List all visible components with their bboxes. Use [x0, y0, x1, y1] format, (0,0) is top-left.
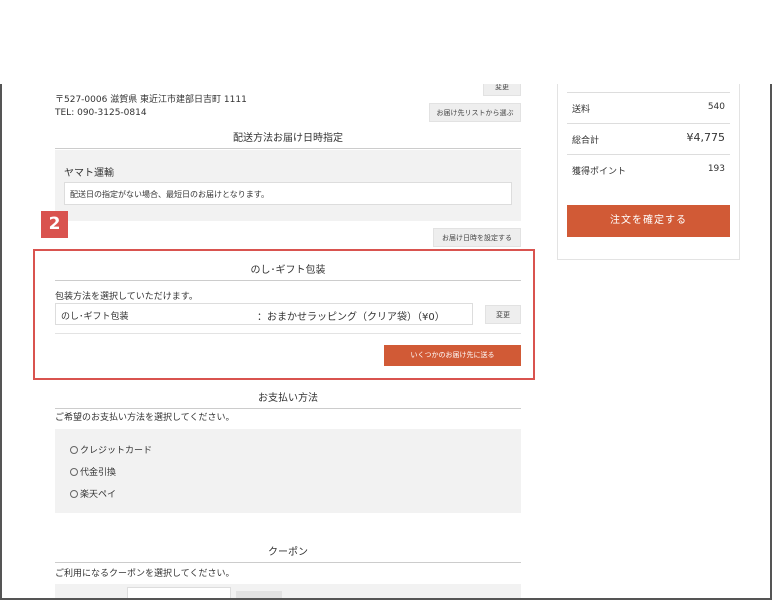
summary-total-row: 総合計 ¥4,775: [567, 123, 730, 153]
gift-description: 包装方法を選択していただけます。: [55, 292, 198, 302]
payment-option-credit-card[interactable]: クレジットカード: [70, 443, 152, 456]
radio-icon: [70, 468, 78, 476]
points-value: 193: [707, 164, 725, 174]
gift-option-value: ：おまかせラッピング（クリア袋）（¥0）: [257, 312, 445, 323]
payment-option-label: 楽天ペイ: [80, 490, 117, 500]
payment-options-panel: [55, 429, 521, 513]
checkout-page: 変更 〒527-0006 滋賀県 東近江市建部日吉町 1111 TEL: 090…: [0, 84, 772, 600]
payment-option-rakuten-pay[interactable]: 楽天ペイ: [70, 487, 116, 500]
payment-option-label: 代金引換: [80, 468, 117, 478]
gift-option-label: のし･ギフト包装: [61, 312, 129, 322]
delivery-carrier: ヤマト運輸: [64, 168, 114, 179]
gift-section-title: のし･ギフト包装: [55, 261, 521, 281]
gift-divider: [55, 333, 521, 334]
coupon-apply-button[interactable]: [236, 591, 282, 598]
summary-points-row: 獲得ポイント 193: [567, 154, 730, 184]
coupon-select[interactable]: [127, 587, 231, 598]
coupon-section-title: クーポン: [55, 543, 521, 563]
payment-section-title: お支払い方法: [55, 389, 521, 409]
points-label: 獲得ポイント: [572, 167, 627, 177]
total-label: 総合計: [572, 136, 600, 146]
total-value: ¥4,775: [686, 131, 726, 144]
address-change-button[interactable]: 変更: [483, 84, 521, 96]
coupon-panel: [55, 584, 521, 598]
set-delivery-datetime-button[interactable]: お届け日時を設定する: [433, 228, 521, 247]
gift-change-button[interactable]: 変更: [485, 305, 521, 324]
screenshot-stage: 変更 〒527-0006 滋賀県 東近江市建部日吉町 1111 TEL: 090…: [0, 0, 772, 600]
address-tel-line: TEL: 090-3125-0814: [55, 108, 147, 118]
delivery-section-title: 配送方法お届け日時指定: [55, 129, 521, 149]
shipping-value: 540: [707, 102, 725, 112]
radio-icon: [70, 490, 78, 498]
step-number-badge: 2: [41, 211, 68, 238]
coupon-description: ご利用になるクーポンを選択してください。: [55, 569, 235, 579]
summary-shipping-row: 送料 540: [567, 92, 730, 122]
confirm-order-button[interactable]: 注文を確定する: [567, 205, 730, 237]
delivery-note: 配送日の指定がない場合、最短日のお届けとなります。: [70, 190, 269, 199]
payment-option-cash-on-delivery[interactable]: 代金引換: [70, 465, 116, 478]
radio-icon: [70, 446, 78, 454]
address-postal-line: 〒527-0006 滋賀県 東近江市建部日吉町 1111: [55, 95, 247, 105]
shipping-label: 送料: [572, 105, 591, 115]
payment-description: ご希望のお支払い方法を選択してください。: [55, 413, 235, 423]
address-list-button[interactable]: お届け先リストから選ぶ: [429, 103, 521, 122]
send-to-multiple-addresses-button[interactable]: いくつかのお届け先に送る: [384, 345, 521, 366]
payment-option-label: クレジットカード: [80, 446, 153, 456]
